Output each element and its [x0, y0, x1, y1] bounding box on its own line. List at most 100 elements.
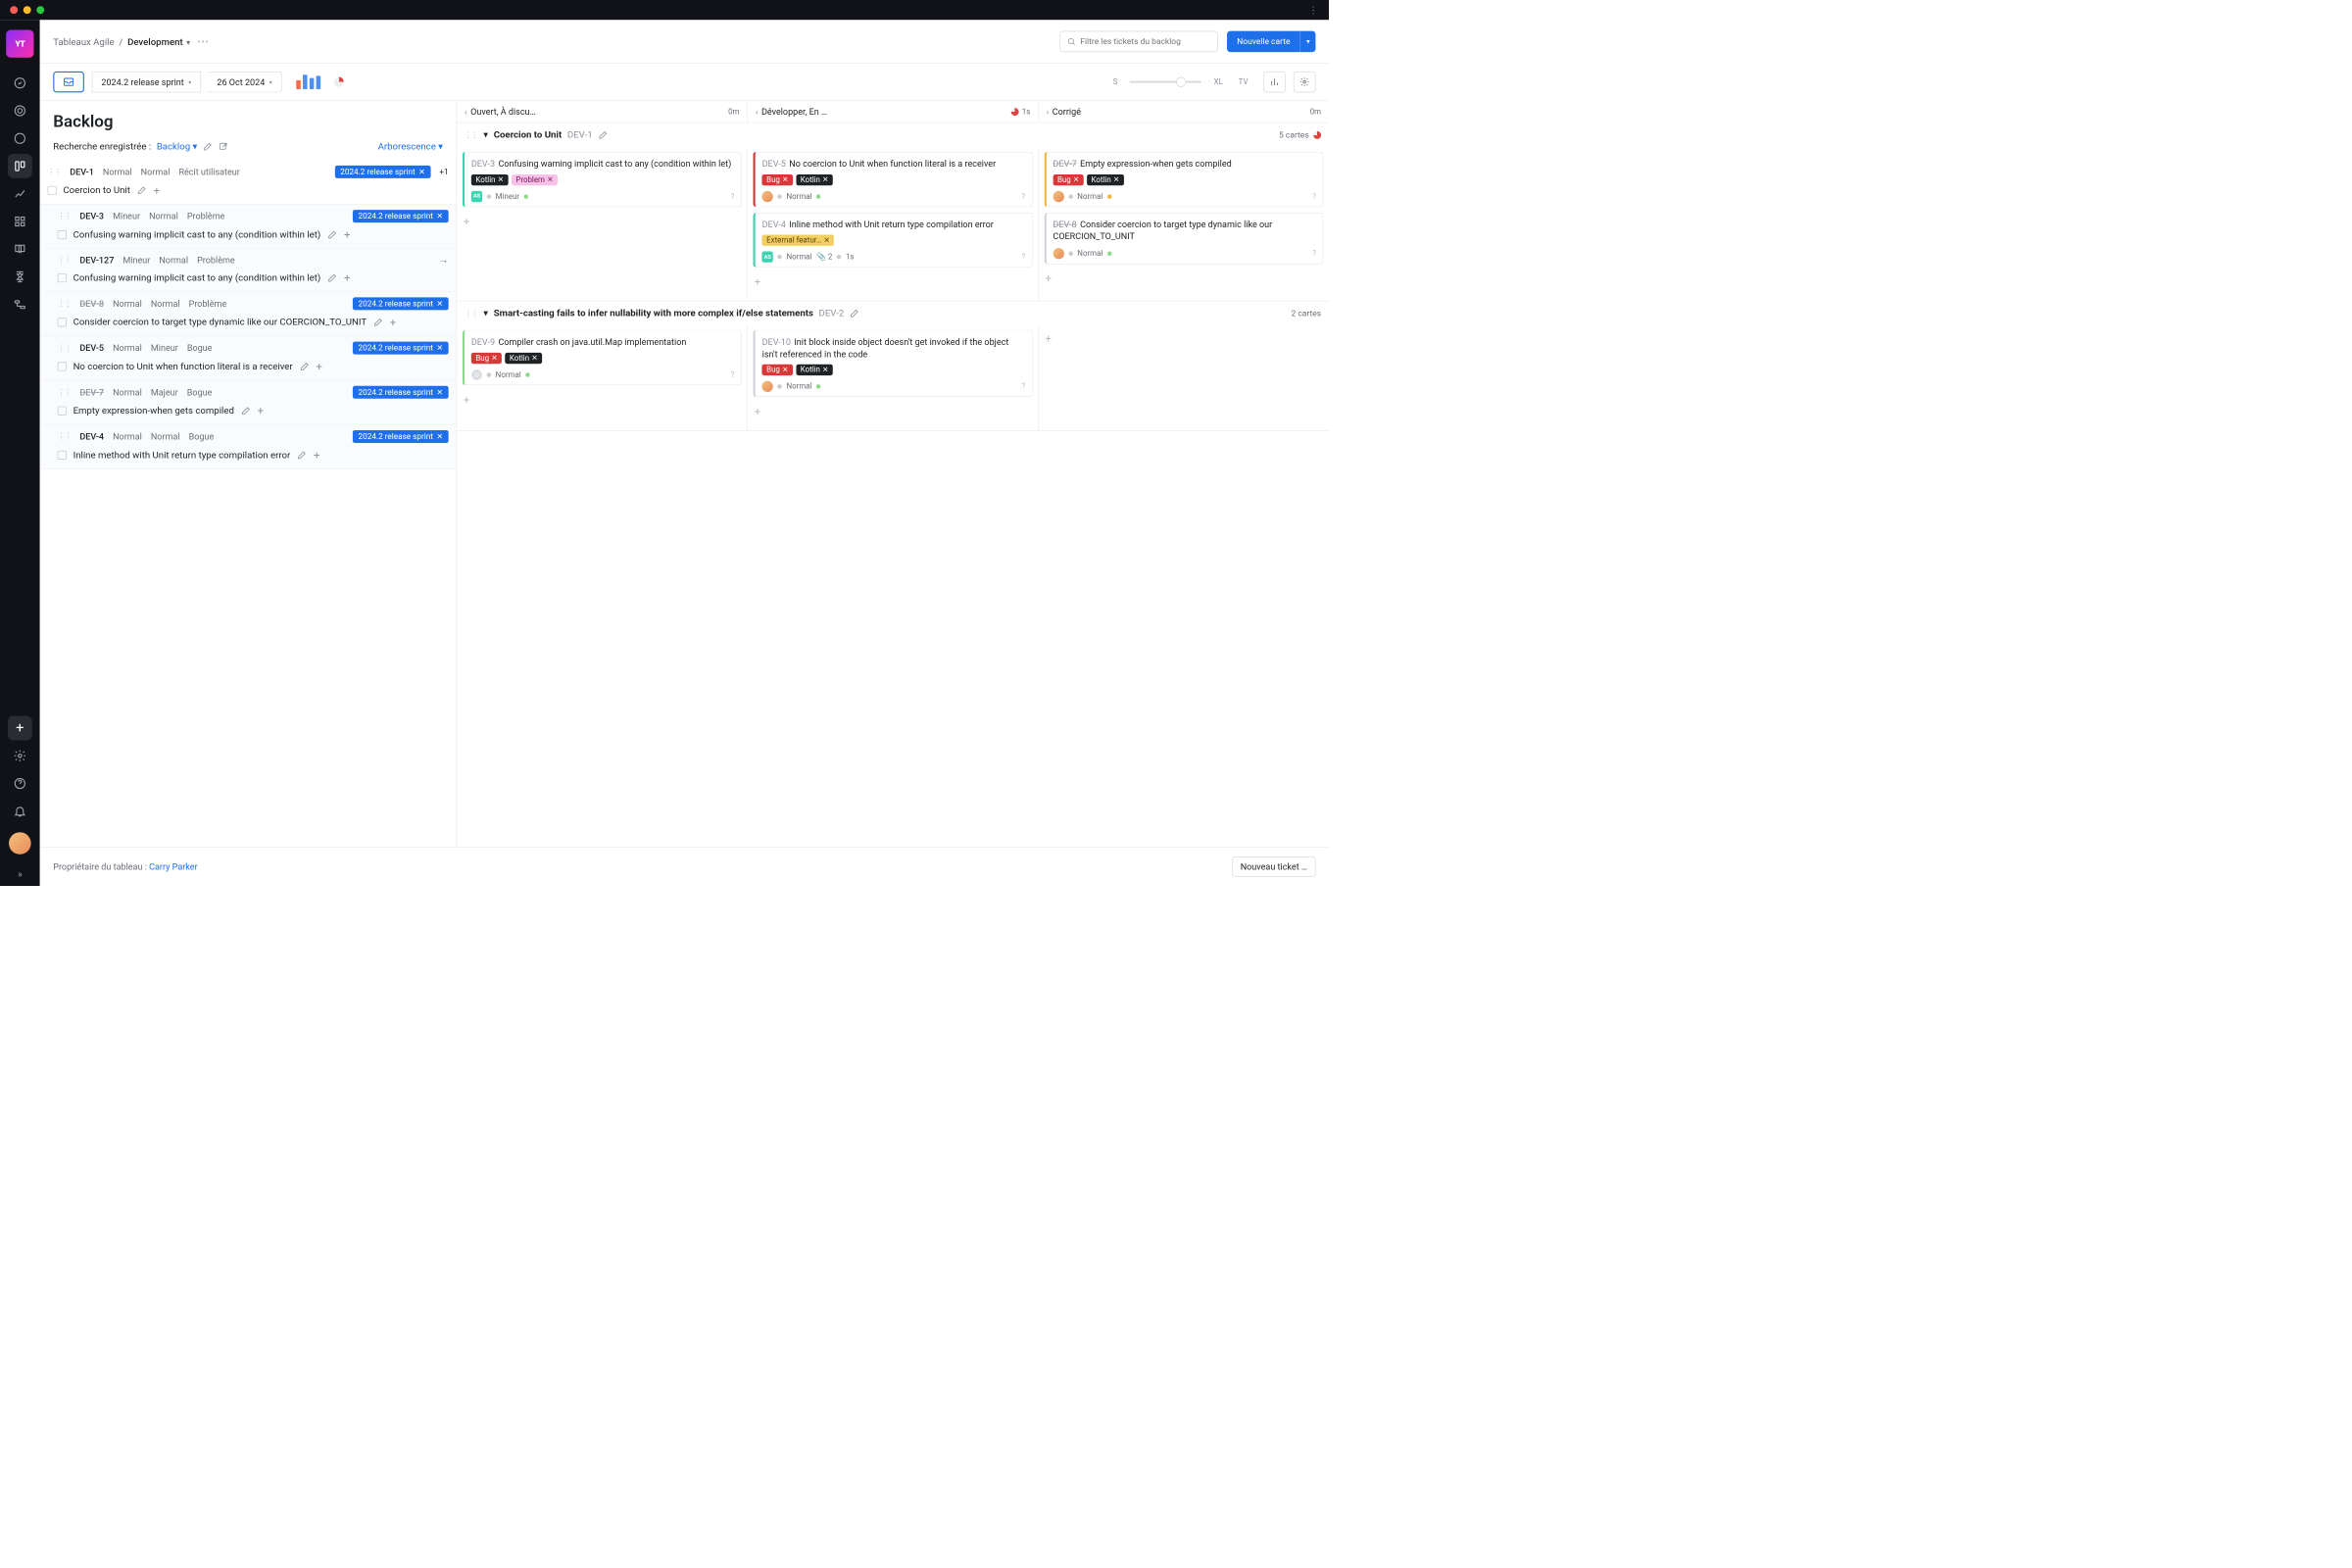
swimlane-header[interactable]: ⋮⋮ ▾ Coercion to Unit DEV-1 5 cartes — [457, 122, 1329, 147]
nav-workflow[interactable] — [8, 292, 32, 317]
tv-mode-button[interactable]: TV — [1239, 77, 1249, 86]
issue-id[interactable]: DEV-4 — [79, 431, 104, 442]
edit-icon[interactable] — [598, 130, 608, 140]
assignee-avatar[interactable] — [762, 191, 773, 202]
tag[interactable]: Bug ✕ — [762, 365, 793, 375]
issue-title[interactable]: Confusing warning implicit cast to any (… — [74, 229, 321, 240]
add-card-button[interactable]: + — [754, 403, 1033, 420]
board-settings-gear-button[interactable] — [1294, 72, 1316, 92]
add-card-button[interactable]: + — [463, 213, 742, 230]
remove-icon[interactable]: ✕ — [436, 344, 443, 353]
assignee-avatar[interactable]: AS — [762, 252, 773, 263]
chevron-down-icon[interactable]: ▾ — [483, 308, 488, 318]
remove-icon[interactable]: ✕ — [822, 366, 828, 373]
close-window-button[interactable] — [10, 6, 18, 14]
board-column-header[interactable]: ‹ Développer, En … 1s — [748, 101, 1039, 122]
edit-icon[interactable] — [203, 142, 213, 152]
board-column-header[interactable]: ‹ Ouvert, À discu… 0m — [457, 101, 748, 122]
owner-name[interactable]: Carry Parker — [149, 861, 198, 872]
card-id[interactable]: DEV-7 — [1053, 159, 1076, 170]
drag-handle-icon[interactable]: ⋮⋮ — [58, 432, 72, 440]
drag-handle-icon[interactable]: ⋮⋮ — [465, 310, 478, 318]
swimlane-id[interactable]: DEV-2 — [819, 308, 845, 318]
nav-settings[interactable] — [8, 744, 32, 768]
new-card-button[interactable]: Nouvelle carte — [1227, 31, 1300, 52]
help-icon[interactable]: ? — [731, 370, 735, 379]
backlog-row[interactable]: ⋮⋮ DEV-8 Normal Normal Problème 2024.2 r… — [40, 292, 457, 336]
help-icon[interactable]: ? — [1021, 382, 1025, 391]
display-mode-toggle[interactable]: Arborescence ▾ — [378, 141, 443, 152]
remove-icon[interactable]: ✕ — [436, 388, 443, 397]
board-settings-chart-button[interactable] — [1263, 72, 1286, 92]
add-card-button[interactable]: + — [463, 391, 742, 409]
remove-icon[interactable]: ✕ — [782, 175, 788, 183]
edit-icon[interactable] — [297, 450, 307, 460]
nav-notifications[interactable] — [8, 799, 32, 823]
issue-id[interactable]: DEV-8 — [79, 299, 104, 310]
sprint-chip[interactable]: 2024.2 release sprint ✕ — [353, 430, 449, 443]
assignee-avatar[interactable] — [1053, 248, 1063, 259]
tag[interactable]: Bug ✕ — [762, 174, 793, 185]
remove-icon[interactable]: ✕ — [498, 175, 504, 183]
nav-gantt[interactable] — [8, 265, 32, 289]
sprint-chip[interactable]: 2024.2 release sprint ✕ — [335, 166, 431, 178]
open-external-icon[interactable] — [219, 142, 228, 152]
tag[interactable]: Kotlin ✕ — [1087, 174, 1124, 185]
maximize-window-button[interactable] — [36, 6, 44, 14]
search-input[interactable] — [1080, 36, 1210, 46]
card-id[interactable]: DEV-3 — [471, 159, 495, 170]
remove-icon[interactable]: ✕ — [547, 175, 553, 183]
assignee-avatar[interactable]: AS — [471, 191, 482, 202]
issue-title[interactable]: Consider coercion to target type dynamic… — [74, 317, 367, 327]
issue-title[interactable]: No coercion to Unit when function litera… — [74, 361, 293, 371]
pie-chart-icon[interactable] — [334, 77, 344, 87]
sprint-selector[interactable]: 2024.2 release sprint▾ — [92, 72, 201, 92]
more-icon[interactable]: ⋮ — [1308, 4, 1319, 16]
issue-title[interactable]: Inline method with Unit return type comp… — [74, 450, 291, 461]
checkbox[interactable] — [58, 318, 67, 326]
board-card[interactable]: DEV-7Empty expression-when gets compiled… — [1044, 152, 1323, 207]
add-subtask-icon[interactable]: + — [154, 184, 160, 198]
board-card[interactable]: DEV-10Init block inside object doesn't g… — [754, 330, 1033, 397]
sprint-chip[interactable]: 2024.2 release sprint ✕ — [353, 210, 449, 222]
issue-id[interactable]: DEV-127 — [79, 255, 114, 266]
checkbox[interactable] — [58, 451, 67, 460]
issue-title[interactable]: Empty expression-when gets compiled — [74, 406, 234, 416]
card-id[interactable]: DEV-10 — [762, 337, 791, 348]
remove-icon[interactable]: ✕ — [436, 212, 443, 220]
backlog-row[interactable]: ⋮⋮ DEV-4 Normal Normal Bogue 2024.2 rele… — [40, 424, 457, 468]
create-button[interactable]: + — [8, 716, 32, 741]
help-icon[interactable]: ? — [731, 192, 735, 201]
chevron-left-icon[interactable]: ‹ — [1047, 106, 1050, 117]
expand-sidebar-icon[interactable]: » — [12, 863, 27, 886]
help-icon[interactable]: ? — [1021, 192, 1025, 201]
issue-title[interactable]: Coercion to Unit — [63, 185, 129, 196]
board-card[interactable]: DEV-3Confusing warning implicit cast to … — [463, 152, 742, 207]
add-subtask-icon[interactable]: + — [390, 316, 396, 329]
add-card-button[interactable]: + — [1044, 270, 1323, 287]
drag-handle-icon[interactable]: ⋮⋮ — [58, 212, 72, 220]
board-card[interactable]: DEV-8Consider coercion to target type dy… — [1044, 213, 1323, 265]
remove-icon[interactable]: ✕ — [1113, 175, 1119, 183]
checkbox[interactable] — [58, 407, 67, 416]
add-subtask-icon[interactable]: + — [344, 271, 350, 285]
backlog-row[interactable]: ⋮⋮ DEV-1 Normal Normal Récit utilisateur… — [40, 160, 457, 204]
backlog-row[interactable]: ⋮⋮ DEV-3 Mineur Normal Problème 2024.2 r… — [40, 204, 457, 248]
add-subtask-icon[interactable]: + — [314, 449, 319, 463]
checkbox[interactable] — [48, 186, 57, 195]
sprint-chip[interactable]: 2024.2 release sprint ✕ — [353, 297, 449, 310]
tag[interactable]: Kotlin ✕ — [796, 365, 833, 375]
assignee-avatar[interactable] — [1053, 191, 1063, 202]
issue-title[interactable]: Confusing warning implicit cast to any (… — [74, 272, 321, 283]
checkbox[interactable] — [58, 273, 67, 282]
saved-search-name[interactable]: Backlog ▾ — [157, 141, 198, 152]
sprint-chip[interactable]: 2024.2 release sprint ✕ — [353, 386, 449, 399]
user-avatar[interactable] — [9, 832, 31, 855]
chevron-down-icon[interactable]: ▾ — [186, 38, 190, 47]
nav-reports[interactable] — [8, 181, 32, 206]
breadcrumb-more-icon[interactable]: ••• — [197, 35, 209, 47]
backlog-toggle-button[interactable] — [53, 72, 84, 92]
add-subtask-icon[interactable]: + — [316, 360, 321, 373]
tag[interactable]: Kotlin ✕ — [796, 174, 833, 185]
remove-icon[interactable]: ✕ — [531, 354, 537, 362]
